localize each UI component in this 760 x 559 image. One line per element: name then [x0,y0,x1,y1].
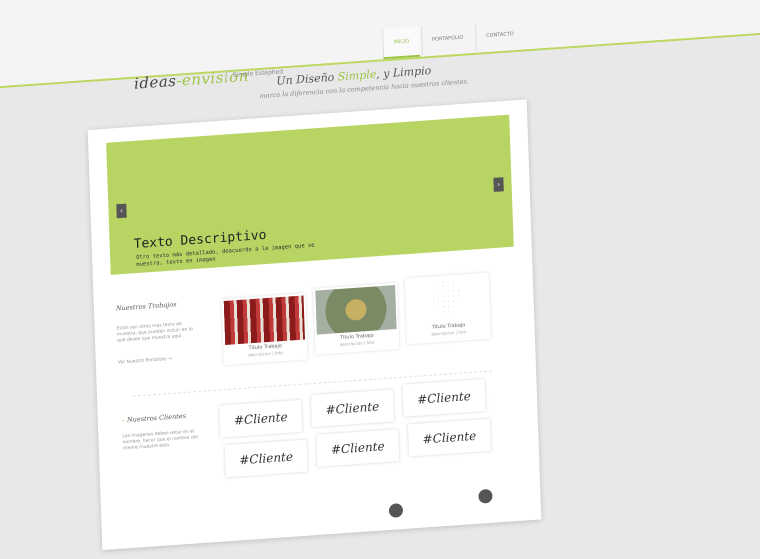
location-icon[interactable] [388,503,404,518]
slider-prev-button[interactable]: ‹ [116,203,127,219]
works-more-link[interactable]: Ver Nuestro Portafolio → [118,357,172,366]
works-section: Nuestros Trabajos Estos son otros mas te… [112,269,518,387]
client-logo[interactable]: #Cliente [219,399,303,438]
work-image-bottles [223,295,306,346]
webpage: ideas-envision Simple Estephed INICIO PO… [0,0,760,551]
works-intro: Estos son otros mas texto de muestra, qu… [116,322,193,344]
clients-intro: Los imagenes deben estar en el nombre, h… [122,429,198,452]
work-item[interactable]: Titulo Trabajo descripcion | foto [221,293,308,366]
work-image-cake [315,285,397,335]
nav-item-contacto[interactable]: CONTACTO [474,19,525,51]
content-card: ‹ › Texto Descriptivo Otro texto más det… [87,99,542,551]
works-label: Nuestros Trabajos [115,300,177,313]
clients-label: – Nuestros Clientes [122,412,186,424]
clients-section: – Nuestros Clientes Los imagenes deben es… [115,377,522,515]
page-scene: ideas-envision Simple Estephed INICIO PO… [0,0,760,551]
apple-logo-icon [433,280,461,315]
client-logo[interactable]: #Cliente [407,418,491,457]
logo-text: ideas [133,71,177,93]
label-dash-icon: – [121,416,126,425]
work-item[interactable]: Titulo Trabajo descripcion | foto [404,272,491,345]
work-image-apple [406,274,489,325]
client-logo[interactable]: #Cliente [310,389,394,428]
hero-headline-highlight: Simple [337,67,377,84]
client-logo[interactable]: #Cliente [316,429,400,467]
nav-item-inicio[interactable]: INICIO [382,26,420,60]
hero-headline-pre: Un Diseño [276,70,338,88]
leaf-icon[interactable] [478,488,493,504]
nav-item-portafolio[interactable]: PORTAFOLIO [420,22,474,55]
work-item[interactable]: Titulo Trabajo descripcion | foto [313,282,400,355]
image-slider[interactable]: ‹ › Texto Descriptivo Otro texto más det… [106,114,514,275]
slider-next-button[interactable]: › [493,177,504,192]
hero-headline-post: , y Limpio [376,63,432,81]
clients-label-text: Nuestros Clientes [126,411,187,425]
client-logo[interactable]: #Cliente [402,379,486,417]
client-logo[interactable]: #Cliente [224,439,308,478]
